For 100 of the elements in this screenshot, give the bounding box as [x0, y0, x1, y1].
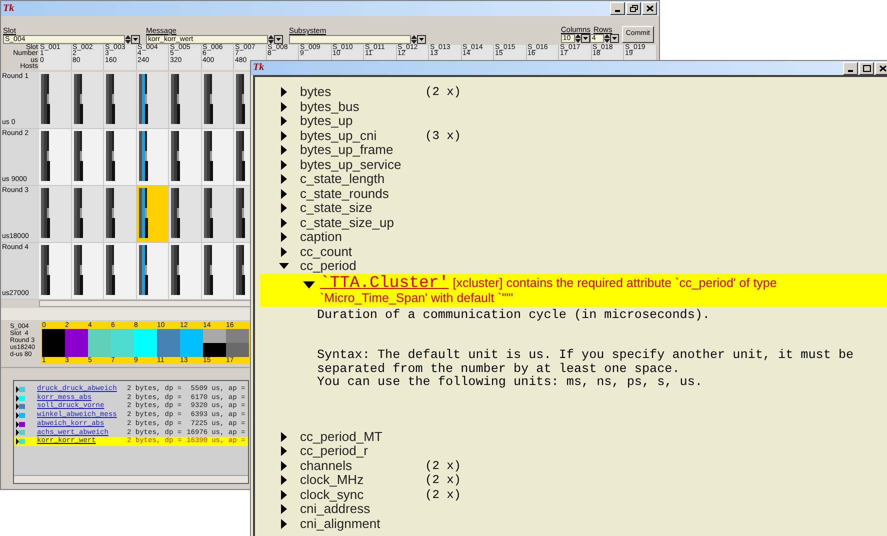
expand-arrow-icon[interactable]: [279, 490, 289, 500]
expand-arrow-icon[interactable]: [279, 87, 289, 98]
slot-bars-drawing: [106, 245, 115, 295]
spin-arrows-icon[interactable]: [125, 35, 131, 44]
slot-cell[interactable]: [169, 72, 202, 128]
slot-cell[interactable]: [202, 72, 234, 128]
expand-arrow-icon[interactable]: [279, 475, 289, 486]
dropdown-icon[interactable]: [580, 34, 590, 43]
maximize-button[interactable]: [626, 2, 641, 15]
slot-bars-drawing: [74, 131, 82, 181]
expand-arrow-icon[interactable]: [279, 504, 289, 514]
maximize-button[interactable]: [859, 62, 874, 74]
spin-arrows-icon[interactable]: [604, 34, 610, 43]
tree-item[interactable]: bytes_up_service: [300, 158, 402, 172]
tree-item[interactable]: bytes_bus: [300, 100, 360, 114]
spin-arrows-icon[interactable]: [411, 35, 417, 44]
slot-cell[interactable]: [136, 129, 169, 185]
slot-cell[interactable]: [202, 186, 234, 242]
expand-arrow-icon[interactable]: [279, 160, 289, 170]
slot-cell[interactable]: [39, 186, 72, 242]
minimize-button[interactable]: [843, 62, 858, 74]
expand-arrow-icon[interactable]: [279, 246, 289, 257]
slot-cell[interactable]: [136, 186, 169, 242]
tree-item[interactable]: cc_period_r: [300, 444, 368, 458]
expand-arrow-icon[interactable]: [279, 460, 289, 471]
expand-arrow-icon[interactable]: [279, 218, 289, 228]
expand-arrow-icon[interactable]: [279, 518, 289, 529]
slot-cell[interactable]: [234, 129, 250, 185]
slot-cell[interactable]: [169, 243, 202, 299]
slot-bars-drawing: [41, 74, 50, 124]
expand-arrow-icon[interactable]: [279, 188, 289, 199]
slot-bars-drawing: [204, 74, 212, 124]
slot-cell[interactable]: [72, 243, 104, 299]
expand-arrow-icon[interactable]: [279, 203, 289, 214]
slot-cell[interactable]: [39, 72, 72, 128]
tree-item[interactable]: bytes_up: [300, 114, 353, 128]
description-line: separated from the number by at least one space.: [317, 362, 681, 376]
slot-cell[interactable]: [104, 72, 136, 128]
slot-cell[interactable]: [72, 186, 104, 242]
expand-arrow-icon[interactable]: [279, 130, 289, 141]
slot-bars-drawing: [171, 74, 180, 124]
spin-arrows-icon[interactable]: [268, 35, 274, 44]
tree-item[interactable]: cni_alignment: [300, 516, 380, 531]
expand-arrow-icon[interactable]: [279, 145, 289, 156]
tree-item[interactable]: bytes: [300, 85, 332, 100]
close-button[interactable]: [642, 2, 657, 15]
tree-item[interactable]: cni_address: [300, 502, 370, 516]
spin-arrows-icon[interactable]: [574, 34, 581, 43]
slot-cell[interactable]: [169, 186, 202, 242]
dropdown-icon[interactable]: [131, 35, 140, 44]
slot-bars-drawing: [106, 188, 115, 238]
slot-cell[interactable]: [136, 72, 169, 128]
tree-item[interactable]: clock_MHz: [300, 473, 364, 488]
filter-field[interactable]: [289, 35, 411, 44]
slot-cell[interactable]: [169, 129, 202, 185]
dropdown-icon[interactable]: [610, 34, 619, 43]
tree-item[interactable]: bytes_up_frame: [300, 143, 394, 158]
slot-cell[interactable]: [234, 72, 250, 128]
slot-cell[interactable]: [234, 186, 250, 242]
expand-arrow-icon[interactable]: [279, 174, 289, 184]
close-button[interactable]: [875, 62, 887, 74]
slot-cell[interactable]: [136, 243, 169, 299]
tree-item[interactable]: bytes_up_cni: [300, 128, 377, 143]
expand-arrow-icon[interactable]: [279, 116, 289, 126]
slot-cell[interactable]: [202, 243, 234, 299]
attribute-row[interactable]: `TTA.Cluster' [xcluster] contains the required attribute `cc_period' of type `Micro_Time_Span' with default `""': [260, 274, 887, 306]
tree-item[interactable]: channels: [300, 458, 352, 473]
slot-cell[interactable]: [72, 129, 104, 185]
tree-item[interactable]: c_state_rounds: [300, 186, 389, 201]
slot-bars-drawing: [138, 188, 148, 238]
tree-item[interactable]: c_state_size: [300, 201, 372, 216]
expand-arrow-icon[interactable]: [279, 232, 289, 242]
attribute-summary: `TTA.Cluster' [xcluster] contains the required attribute `cc_period' of type `Micro_Time_Span' with default `""': [320, 274, 778, 306]
slot-cell[interactable]: [202, 129, 234, 185]
dropdown-icon[interactable]: [274, 35, 283, 44]
slot-bars-drawing: [236, 74, 245, 124]
slot-cell[interactable]: [104, 186, 136, 242]
slot-cell[interactable]: [39, 243, 72, 299]
minimize-button[interactable]: [610, 2, 625, 15]
slot-cell[interactable]: [104, 243, 136, 299]
horizontal-scrollbar[interactable]: [14, 475, 248, 483]
expand-arrow-icon[interactable]: [279, 446, 289, 456]
tree-item[interactable]: caption: [300, 230, 342, 244]
slot-cell[interactable]: [104, 129, 136, 185]
slot-cell[interactable]: [39, 129, 72, 185]
tree-item[interactable]: c_state_size_up: [300, 216, 394, 230]
slot-cell[interactable]: [72, 72, 104, 128]
count-label: (2 x): [425, 486, 462, 504]
tree-item[interactable]: clock_sync: [300, 488, 364, 502]
dropdown-icon[interactable]: [417, 35, 426, 44]
cluster-link[interactable]: `TTA.Cluster': [320, 272, 449, 292]
tree-item[interactable]: cc_period: [300, 259, 356, 274]
expand-arrow-icon[interactable]: [279, 102, 289, 112]
tree-item[interactable]: cc_period_MT: [300, 430, 382, 444]
tree-item[interactable]: c_state_length: [300, 172, 385, 186]
collapse-arrow-icon[interactable]: [303, 278, 315, 290]
slot-cell[interactable]: [234, 243, 250, 299]
collapse-arrow-icon[interactable]: [279, 261, 289, 272]
expand-arrow-icon[interactable]: [279, 432, 289, 442]
tree-item[interactable]: cc_count: [300, 244, 352, 259]
